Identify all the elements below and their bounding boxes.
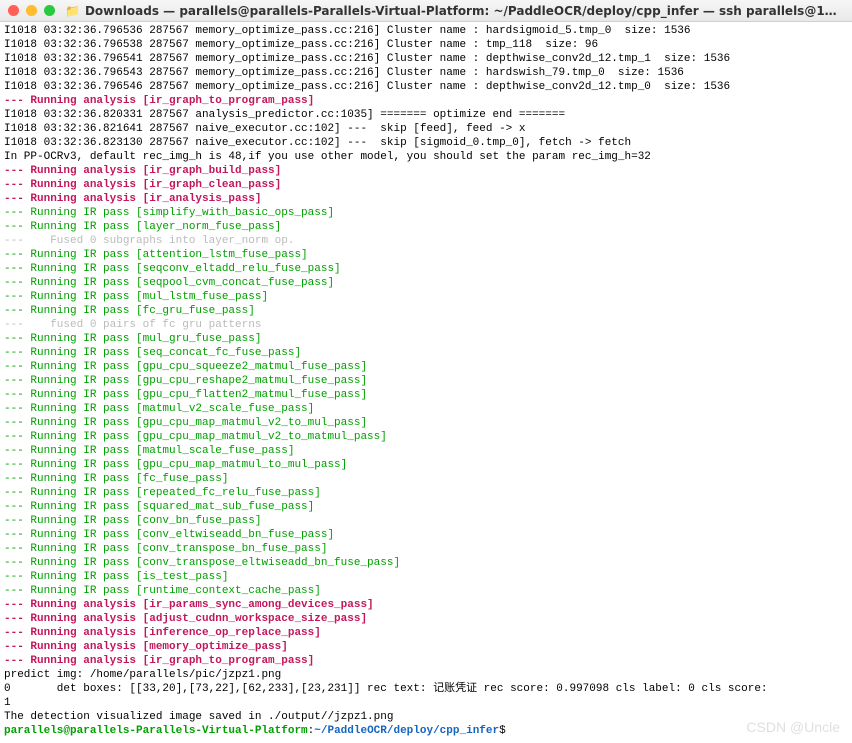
log-line: --- Running IR pass [conv_bn_fuse_pass] (4, 514, 848, 528)
log-line: I1018 03:32:36.796546 287567 memory_opti… (4, 80, 848, 94)
log-line: --- fused 0 pairs of fc gru patterns (4, 318, 848, 332)
log-line: --- Running analysis [ir_analysis_pass] (4, 192, 848, 206)
log-line: --- Running IR pass [seq_concat_fc_fuse_… (4, 346, 848, 360)
log-line: I1018 03:32:36.820331 287567 analysis_pr… (4, 108, 848, 122)
log-line: I1018 03:32:36.796541 287567 memory_opti… (4, 52, 848, 66)
log-line: I1018 03:32:36.823130 287567 naive_execu… (4, 136, 848, 150)
log-line: I1018 03:32:36.796538 287567 memory_opti… (4, 38, 848, 52)
log-line: In PP-OCRv3, default rec_img_h is 48,if … (4, 150, 848, 164)
log-line: --- Running IR pass [conv_transpose_eltw… (4, 556, 848, 570)
log-line: I1018 03:32:36.821641 287567 naive_execu… (4, 122, 848, 136)
terminal-output[interactable]: I1018 03:32:36.796536 287567 memory_opti… (0, 22, 852, 743)
log-line: I1018 03:32:36.796536 287567 memory_opti… (4, 24, 848, 38)
log-line: --- Running IR pass [gpu_cpu_map_matmul_… (4, 416, 848, 430)
log-line: --- Running analysis [ir_graph_clean_pas… (4, 178, 848, 192)
log-line: I1018 03:32:36.796543 287567 memory_opti… (4, 66, 848, 80)
log-line: 0 det boxes: [[33,20],[73,22],[62,233],[… (4, 682, 848, 696)
log-line: predict img: /home/parallels/pic/jzpz1.p… (4, 668, 848, 682)
log-line: --- Running analysis [adjust_cudnn_works… (4, 612, 848, 626)
log-line: --- Running IR pass [gpu_cpu_map_matmul_… (4, 458, 848, 472)
log-line: --- Running IR pass [gpu_cpu_map_matmul_… (4, 430, 848, 444)
log-line: --- Running IR pass [seqconv_eltadd_relu… (4, 262, 848, 276)
window-title: Downloads — parallels@parallels-Parallel… (85, 4, 844, 18)
prompt-line[interactable]: parallels@parallels-Parallels-Virtual-Pl… (4, 724, 848, 738)
log-line: --- Running analysis [ir_graph_to_progra… (4, 654, 848, 668)
window-titlebar: 📁 Downloads — parallels@parallels-Parall… (0, 0, 852, 22)
prompt-host: parallels@parallels-Parallels-Virtual-Pl… (4, 725, 308, 737)
log-line: The detection visualized image saved in … (4, 710, 848, 724)
prompt-path: ~/PaddleOCR/deploy/cpp_infer (314, 725, 499, 737)
log-line: --- Running IR pass [repeated_fc_relu_fu… (4, 486, 848, 500)
log-line: --- Running IR pass [seqpool_cvm_concat_… (4, 276, 848, 290)
log-line: --- Running IR pass [layer_norm_fuse_pas… (4, 220, 848, 234)
log-line: --- Running IR pass [is_test_pass] (4, 570, 848, 584)
log-line: --- Running IR pass [fc_gru_fuse_pass] (4, 304, 848, 318)
maximize-icon[interactable] (44, 5, 55, 16)
log-line: --- Running IR pass [simplify_with_basic… (4, 206, 848, 220)
folder-icon: 📁 (65, 4, 80, 18)
log-line: --- Running IR pass [conv_eltwiseadd_bn_… (4, 528, 848, 542)
log-line: --- Running analysis [inference_op_repla… (4, 626, 848, 640)
log-line: 1 (4, 696, 848, 710)
log-line: --- Running IR pass [gpu_cpu_squeeze2_ma… (4, 360, 848, 374)
log-line: --- Running IR pass [attention_lstm_fuse… (4, 248, 848, 262)
traffic-lights (8, 5, 55, 16)
log-line: --- Running IR pass [runtime_context_cac… (4, 584, 848, 598)
prompt-suffix: $ (499, 725, 512, 737)
log-line: --- Running IR pass [matmul_v2_scale_fus… (4, 402, 848, 416)
log-line: --- Running analysis [ir_graph_to_progra… (4, 94, 848, 108)
log-line: --- Running analysis [ir_params_sync_amo… (4, 598, 848, 612)
minimize-icon[interactable] (26, 5, 37, 16)
log-line: --- Running analysis [memory_optimize_pa… (4, 640, 848, 654)
close-icon[interactable] (8, 5, 19, 16)
log-line: --- Running analysis [ir_graph_build_pas… (4, 164, 848, 178)
log-line: --- Running IR pass [matmul_scale_fuse_p… (4, 444, 848, 458)
log-line: --- Running IR pass [mul_lstm_fuse_pass] (4, 290, 848, 304)
log-line: --- Fused 0 subgraphs into layer_norm op… (4, 234, 848, 248)
log-line: --- Running IR pass [fc_fuse_pass] (4, 472, 848, 486)
log-line: --- Running IR pass [gpu_cpu_flatten2_ma… (4, 388, 848, 402)
log-line: --- Running IR pass [mul_gru_fuse_pass] (4, 332, 848, 346)
log-line: --- Running IR pass [squared_mat_sub_fus… (4, 500, 848, 514)
log-line: --- Running IR pass [gpu_cpu_reshape2_ma… (4, 374, 848, 388)
log-line: --- Running IR pass [conv_transpose_bn_f… (4, 542, 848, 556)
